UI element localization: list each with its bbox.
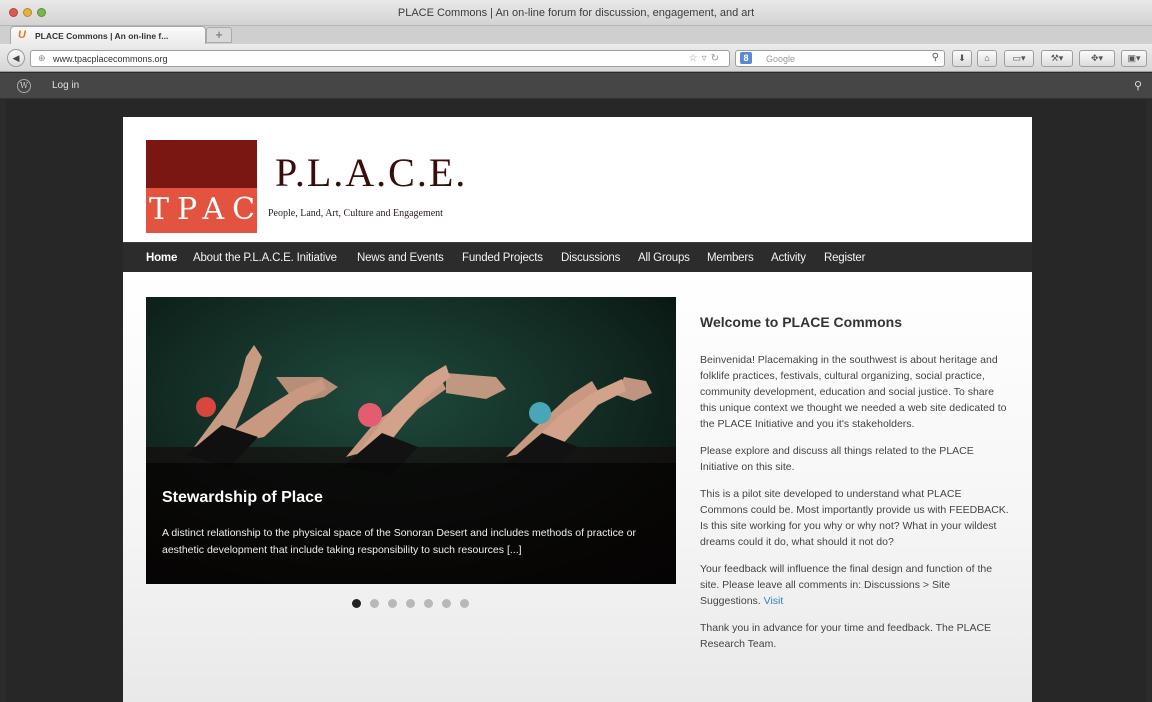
- favicon-icon: U: [18, 29, 26, 41]
- main-navigation: Home About the P.L.A.C.E. Initiative New…: [123, 242, 1032, 272]
- wordpress-icon[interactable]: W: [17, 79, 31, 93]
- slide-excerpt: A distinct relationship to the physical …: [162, 527, 636, 556]
- nav-news-events[interactable]: News and Events: [357, 252, 444, 264]
- nav-members[interactable]: Members: [707, 252, 754, 264]
- nav-discussions[interactable]: Discussions: [561, 252, 620, 264]
- new-tab-button[interactable]: +: [206, 27, 232, 43]
- browser-tab[interactable]: U PLACE Commons | An on-line f...: [10, 26, 206, 44]
- slider-dot[interactable]: [352, 599, 361, 608]
- site-tagline: People, Land, Art, Culture and Engagemen…: [268, 208, 443, 219]
- menu-icon[interactable]: ▣▾: [1121, 50, 1147, 67]
- welcome-paragraph: Beinvenida! Placemaking in the southwest…: [700, 354, 1007, 430]
- visit-link[interactable]: Visit: [764, 595, 784, 607]
- window-title: PLACE Commons | An on-line forum for dis…: [397, 7, 755, 19]
- nav-register[interactable]: Register: [824, 252, 865, 264]
- slide-caption-overlay: [146, 463, 676, 584]
- nav-all-groups[interactable]: All Groups: [638, 252, 690, 264]
- search-placeholder: Google: [766, 54, 796, 64]
- featured-slider[interactable]: Stewardship of Place A distinct relation…: [146, 297, 676, 584]
- back-button[interactable]: ◀: [7, 49, 25, 67]
- globe-icon: ⊕: [38, 53, 46, 63]
- url-text: www.tpacplacecommons.org: [53, 54, 168, 64]
- site-logo[interactable]: TPAC: [146, 140, 257, 233]
- nav-activity[interactable]: Activity: [771, 252, 806, 264]
- welcome-text: Beinvenida! Placemaking in the southwest…: [700, 352, 1010, 663]
- google-icon[interactable]: 8: [740, 52, 752, 64]
- welcome-paragraph: Your feedback will influence the final d…: [700, 561, 1010, 609]
- extension-icon[interactable]: ✥▾: [1079, 50, 1115, 67]
- slide-title[interactable]: Stewardship of Place: [162, 489, 323, 507]
- slider-dot[interactable]: [424, 599, 433, 608]
- bookmarks-icon[interactable]: ▭▾: [1004, 50, 1034, 67]
- site-container: TPAC P.L.A.C.E. People, Land, Art, Cultu…: [123, 117, 1032, 702]
- admin-search-icon[interactable]: ⚲: [1134, 79, 1142, 92]
- tab-label: PLACE Commons | An on-line f...: [35, 31, 169, 41]
- feedback-text: Your feedback will influence the final d…: [700, 563, 993, 607]
- download-icon[interactable]: ⬇: [952, 50, 972, 67]
- slider-dot[interactable]: [460, 599, 469, 608]
- bookmark-star-icon[interactable]: ☆▿↻: [689, 53, 723, 64]
- navigation-toolbar: ◀ ⊕ www.tpacplacecommons.org ☆▿↻ 8 Googl…: [0, 44, 1152, 72]
- slider-dot[interactable]: [370, 599, 379, 608]
- login-link[interactable]: Log in: [52, 80, 79, 91]
- nav-home[interactable]: Home: [146, 252, 177, 264]
- window-titlebar: PLACE Commons | An on-line forum for dis…: [0, 0, 1152, 26]
- welcome-paragraph: This is a pilot site developed to unders…: [700, 488, 1009, 548]
- welcome-paragraph: Please explore and discuss all things re…: [700, 445, 974, 473]
- home-icon[interactable]: ⌂: [977, 50, 997, 67]
- welcome-paragraph: Thank you in advance for your time and f…: [700, 622, 992, 650]
- logo-text: TPAC: [146, 188, 257, 233]
- slider-dot[interactable]: [442, 599, 451, 608]
- welcome-heading: Welcome to PLACE Commons: [700, 314, 902, 330]
- address-bar[interactable]: ⊕ www.tpacplacecommons.org ☆▿↻: [30, 50, 730, 67]
- slider-dot[interactable]: [388, 599, 397, 608]
- addon-icon[interactable]: ⚒▾: [1041, 50, 1073, 67]
- logo-block-dark: [146, 140, 257, 188]
- admin-bar: W Log in ⚲: [0, 73, 1152, 99]
- nav-about[interactable]: About the P.L.A.C.E. Initiative: [193, 252, 337, 264]
- nav-funded-projects[interactable]: Funded Projects: [462, 252, 543, 264]
- site-title[interactable]: P.L.A.C.E.: [275, 149, 467, 196]
- search-icon[interactable]: ⚲: [932, 52, 939, 63]
- search-bar[interactable]: 8 Google ⚲: [735, 50, 945, 67]
- slider-dot[interactable]: [406, 599, 415, 608]
